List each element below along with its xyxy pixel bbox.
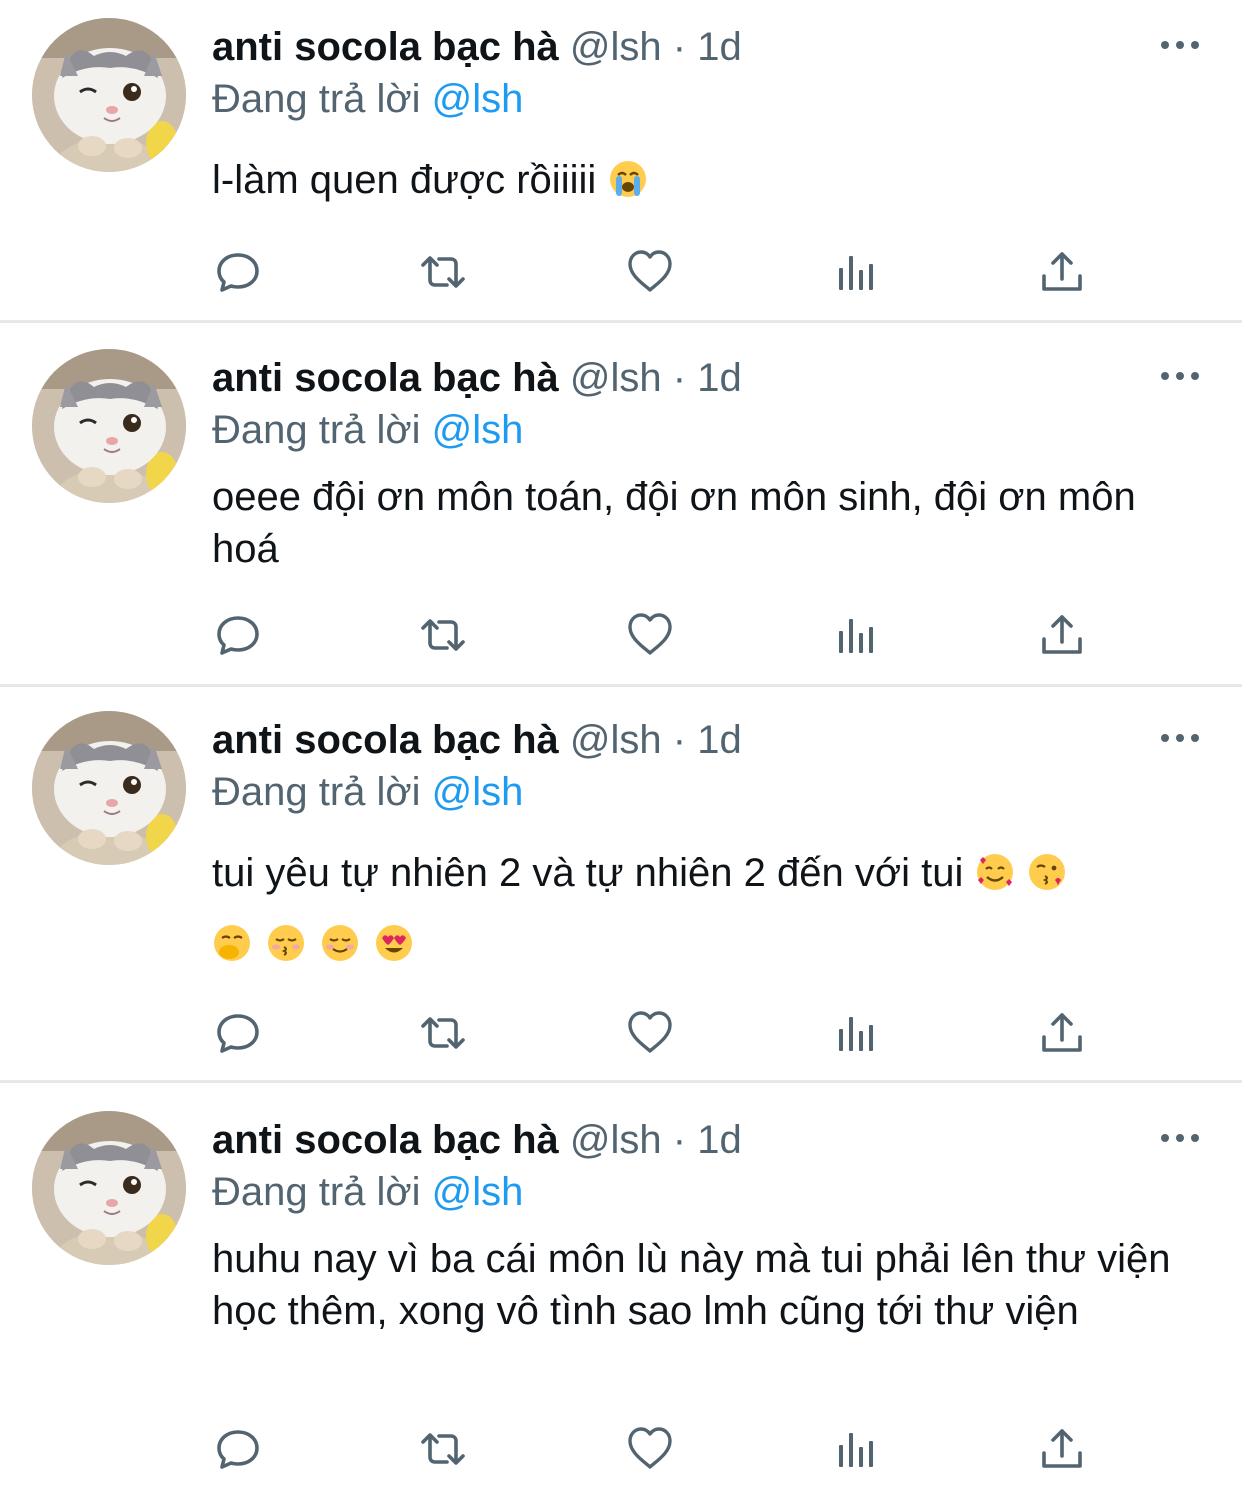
tweet-text: oeee đội ơn môn toán, đội ơn môn sinh, đ… <box>212 475 1136 571</box>
user-handle[interactable]: @lsh <box>570 356 662 400</box>
retweet-icon[interactable] <box>417 1007 469 1059</box>
separator-dot: · <box>672 356 687 400</box>
separator-dot: · <box>672 1118 687 1162</box>
views-icon[interactable] <box>830 609 882 661</box>
action-bar <box>212 1423 1092 1475</box>
replying-to: Đang trả lời @lsh <box>212 74 523 124</box>
reply-prefix: Đang trả lời <box>212 1170 421 1214</box>
timestamp[interactable]: 1d <box>697 718 742 762</box>
display-name[interactable]: anti socola bạc hà <box>212 356 559 400</box>
avatar[interactable] <box>32 1111 186 1265</box>
tweet-header: anti socola bạc hà @lsh · 1d <box>212 353 742 403</box>
tweet-text: tui yêu tự nhiên 2 và tự nhiên 2 đến với… <box>212 847 1202 899</box>
display-name[interactable]: anti socola bạc hà <box>212 25 559 69</box>
face-blowing-kiss-emoji <box>1029 854 1066 890</box>
reply-icon[interactable] <box>212 1007 264 1059</box>
heart-icon[interactable] <box>624 1007 676 1059</box>
kissing-face-closed-eyes-emoji <box>268 925 304 961</box>
tweet-text-body: l-làm quen được rồiiiii <box>212 158 597 202</box>
smiling-face-with-hearts-emoji <box>977 854 1014 890</box>
tweet-text: huhu nay vì ba cái môn lù này mà tui phả… <box>212 1237 1171 1333</box>
avatar[interactable] <box>32 711 186 865</box>
tweet-2[interactable]: anti socola bạc hà @lsh · 1d Đang trả lờ… <box>0 349 1242 684</box>
views-icon[interactable] <box>830 246 882 298</box>
retweet-icon[interactable] <box>417 1423 469 1475</box>
reply-mention-link[interactable]: @lsh <box>432 408 524 452</box>
share-icon[interactable] <box>1036 1007 1088 1059</box>
tweet-text: l-làm quen được rồiiiii <box>212 154 1202 206</box>
reply-icon[interactable] <box>212 609 264 661</box>
reply-mention-link[interactable]: @lsh <box>432 1170 524 1214</box>
reply-icon[interactable] <box>212 246 264 298</box>
replying-to: Đang trả lời @lsh <box>212 1167 523 1217</box>
replying-to: Đang trả lời @lsh <box>212 767 523 817</box>
heart-icon[interactable] <box>624 246 676 298</box>
heart-eyes-emoji <box>376 925 412 961</box>
timestamp[interactable]: 1d <box>697 356 742 400</box>
more-icon[interactable] <box>1158 723 1202 753</box>
more-icon[interactable] <box>1158 1123 1202 1153</box>
more-icon[interactable] <box>1158 30 1202 60</box>
views-icon[interactable] <box>830 1007 882 1059</box>
share-icon[interactable] <box>1036 609 1088 661</box>
user-handle[interactable]: @lsh <box>570 718 662 762</box>
emoji-row <box>212 923 428 971</box>
reply-icon[interactable] <box>212 1423 264 1475</box>
face-with-hand-over-mouth-emoji <box>214 925 250 961</box>
retweet-icon[interactable] <box>417 246 469 298</box>
display-name[interactable]: anti socola bạc hà <box>212 1118 559 1162</box>
reply-prefix: Đang trả lời <box>212 77 421 121</box>
avatar[interactable] <box>32 18 186 172</box>
reply-prefix: Đang trả lời <box>212 770 421 814</box>
tweet-text-body: tui yêu tự nhiên 2 và tự nhiên 2 đến với… <box>212 851 964 895</box>
timestamp[interactable]: 1d <box>697 1118 742 1162</box>
tweet-header: anti socola bạc hà @lsh · 1d <box>212 22 742 72</box>
action-bar <box>212 1007 1092 1059</box>
more-icon[interactable] <box>1158 361 1202 391</box>
user-handle[interactable]: @lsh <box>570 1118 662 1162</box>
reply-prefix: Đang trả lời <box>212 408 421 452</box>
separator-dot: · <box>672 25 687 69</box>
smiling-face-emoji <box>322 925 358 961</box>
user-handle[interactable]: @lsh <box>570 25 662 69</box>
timestamp[interactable]: 1d <box>697 25 742 69</box>
divider <box>0 320 1242 323</box>
heart-icon[interactable] <box>624 609 676 661</box>
tweet-header: anti socola bạc hà @lsh · 1d <box>212 1115 742 1165</box>
share-icon[interactable] <box>1036 1423 1088 1475</box>
tweet-1[interactable]: anti socola bạc hà @lsh · 1d Đang trả lờ… <box>0 18 1242 320</box>
action-bar <box>212 609 1092 661</box>
action-bar <box>212 246 1092 298</box>
retweet-icon[interactable] <box>417 609 469 661</box>
divider <box>0 1080 1242 1083</box>
separator-dot: · <box>672 718 687 762</box>
share-icon[interactable] <box>1036 246 1088 298</box>
tweet-header: anti socola bạc hà @lsh · 1d <box>212 715 742 765</box>
reply-mention-link[interactable]: @lsh <box>432 77 524 121</box>
tweet-3[interactable]: anti socola bạc hà @lsh · 1d Đang trả lờ… <box>0 711 1242 1080</box>
replying-to: Đang trả lời @lsh <box>212 405 523 455</box>
display-name[interactable]: anti socola bạc hà <box>212 718 559 762</box>
avatar[interactable] <box>32 349 186 503</box>
loudly-crying-face-emoji <box>610 161 647 197</box>
tweet-4[interactable]: anti socola bạc hà @lsh · 1d Đang trả lờ… <box>0 1111 1242 1486</box>
heart-icon[interactable] <box>624 1423 676 1475</box>
reply-mention-link[interactable]: @lsh <box>432 770 524 814</box>
views-icon[interactable] <box>830 1423 882 1475</box>
divider <box>0 684 1242 687</box>
